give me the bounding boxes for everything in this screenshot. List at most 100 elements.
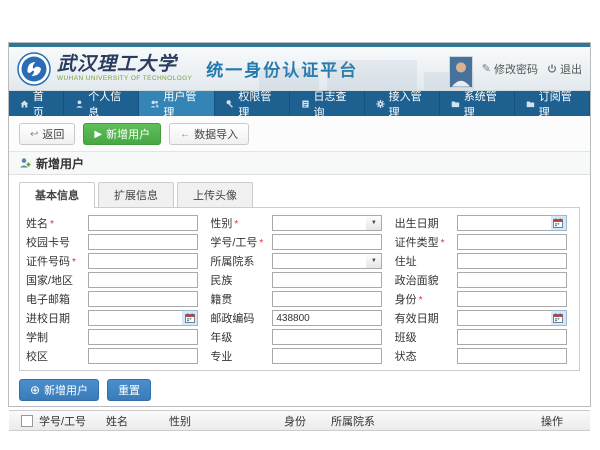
postal-code-input[interactable] [272, 310, 382, 326]
postal-code-label: 邮政编码 [210, 310, 272, 326]
main-nav: 首页个人信息用户管理权限管理日志查询接入管理系统管理订阅管理 [9, 91, 590, 116]
form-field-id-number: 证件号码* [26, 253, 204, 269]
department-dropdown-button[interactable]: ▼ [366, 253, 382, 269]
id-number-label: 证件号码* [26, 253, 88, 269]
name-input[interactable] [88, 215, 198, 231]
id-type-input[interactable] [457, 234, 567, 250]
logout-link[interactable]: 退出 [547, 61, 582, 77]
form-field-campus: 校区 [26, 348, 204, 364]
data-import-button[interactable]: ← 数据导入 [169, 123, 249, 145]
major-input[interactable] [272, 348, 382, 364]
form-actions: ⊕ 新增用户 重置 [19, 379, 580, 401]
plus-circle-icon: ⊕ [30, 383, 40, 397]
form-field-campus-card: 校园卡号 [26, 234, 204, 250]
nav-item-label: 订阅管理 [539, 88, 578, 120]
back-button-label: 返回 [42, 126, 64, 142]
logout-label: 退出 [560, 61, 582, 77]
identity-input[interactable] [457, 291, 567, 307]
section-header: 新增用户 [9, 151, 590, 175]
department-input[interactable] [272, 253, 366, 269]
campus-input[interactable] [88, 348, 198, 364]
chevron-down-icon: ▼ [371, 220, 377, 226]
address-label: 住址 [395, 253, 457, 269]
form-field-id-type: 证件类型* [395, 234, 573, 250]
section-title: 新增用户 [36, 155, 84, 172]
select-all-checkbox[interactable] [21, 415, 33, 427]
student-id-label: 学号/工号* [210, 234, 272, 250]
address-input[interactable] [457, 253, 567, 269]
university-block: 武汉理工大学 WUHAN UNIVERSITY OF TECHNOLOGY [57, 55, 192, 83]
add-user-button[interactable]: ▶ 新增用户 [83, 123, 161, 145]
change-password-link[interactable]: ✎ 修改密码 [482, 61, 538, 77]
required-asterisk: * [419, 295, 423, 306]
birth-date-input[interactable] [457, 215, 551, 231]
required-asterisk: * [72, 257, 76, 268]
folder-icon [451, 99, 460, 109]
toolbar: ↩ 返回 ▶ 新增用户 ← 数据导入 [9, 116, 590, 151]
birth-date-label: 出生日期 [395, 215, 457, 231]
enrollment-date-input[interactable] [88, 310, 182, 326]
back-button[interactable]: ↩ 返回 [19, 123, 75, 145]
political-status-label: 政治面貌 [395, 272, 457, 288]
grade-label: 年级 [210, 329, 272, 345]
nav-item-logs[interactable]: 日志查询 [290, 91, 365, 116]
status-label: 状态 [395, 348, 457, 364]
form-tabs: 基本信息扩展信息上传头像 [19, 182, 580, 207]
ethnicity-input[interactable] [272, 272, 382, 288]
name-label: 姓名* [26, 215, 88, 231]
gender-dropdown-button[interactable]: ▼ [366, 215, 382, 231]
nav-item-permissions[interactable]: 权限管理 [215, 91, 290, 116]
valid-date-calendar-button[interactable] [551, 310, 567, 326]
enrollment-date-calendar-button[interactable] [182, 310, 198, 326]
nav-item-access[interactable]: 接入管理 [365, 91, 440, 116]
university-logo-icon [17, 52, 51, 86]
enrollment-date-label: 进校日期 [26, 310, 88, 326]
user-avatar[interactable] [449, 56, 473, 88]
power-icon [547, 64, 557, 74]
id-number-input[interactable] [88, 253, 198, 269]
column-header-student-id: 学号/工号 [39, 413, 106, 429]
column-header-operation: 操作 [541, 413, 590, 429]
folder-icon [526, 99, 535, 109]
required-asterisk: * [234, 219, 238, 230]
country-region-input[interactable] [88, 272, 198, 288]
gender-input[interactable] [272, 215, 366, 231]
schooling-length-input[interactable] [88, 329, 198, 345]
required-asterisk: * [441, 238, 445, 249]
tab-extended-info[interactable]: 扩展信息 [98, 182, 174, 207]
reset-button[interactable]: 重置 [107, 379, 151, 401]
add-user-icon: ▶ [94, 129, 102, 140]
nav-item-label: 个人信息 [88, 88, 127, 120]
nav-item-system[interactable]: 系统管理 [440, 91, 515, 116]
campus-card-input[interactable] [88, 234, 198, 250]
pencil-icon: ✎ [482, 62, 491, 75]
nav-item-users[interactable]: 用户管理 [139, 91, 214, 116]
tab-basic-info[interactable]: 基本信息 [19, 182, 95, 207]
nav-item-profile[interactable]: 个人信息 [64, 91, 139, 116]
ethnicity-label: 民族 [210, 272, 272, 288]
university-name-cn: 武汉理工大学 [57, 55, 192, 74]
status-input[interactable] [457, 348, 567, 364]
native-place-input[interactable] [272, 291, 382, 307]
class-input[interactable] [457, 329, 567, 345]
nav-item-subscription[interactable]: 订阅管理 [515, 91, 590, 116]
tab-upload-avatar[interactable]: 上传头像 [177, 182, 253, 207]
form-field-major: 专业 [210, 348, 388, 364]
valid-date-input[interactable] [457, 310, 551, 326]
reset-label: 重置 [118, 382, 140, 398]
grade-input[interactable] [272, 329, 382, 345]
native-place-label: 籍贯 [210, 291, 272, 307]
department-label: 所属院系 [210, 253, 272, 269]
column-header-department: 所属院系 [331, 413, 541, 429]
nav-item-label: 权限管理 [238, 88, 277, 120]
nav-item-home[interactable]: 首页 [9, 91, 64, 116]
political-status-input[interactable] [457, 272, 567, 288]
email-input[interactable] [88, 291, 198, 307]
submit-add-user-button[interactable]: ⊕ 新增用户 [19, 379, 99, 401]
form-field-class: 班级 [395, 329, 573, 345]
change-password-label: 修改密码 [494, 61, 538, 77]
column-header-gender: 性别 [169, 413, 284, 429]
birth-date-calendar-button[interactable] [551, 215, 567, 231]
user-icon [75, 99, 84, 109]
student-id-input[interactable] [272, 234, 382, 250]
